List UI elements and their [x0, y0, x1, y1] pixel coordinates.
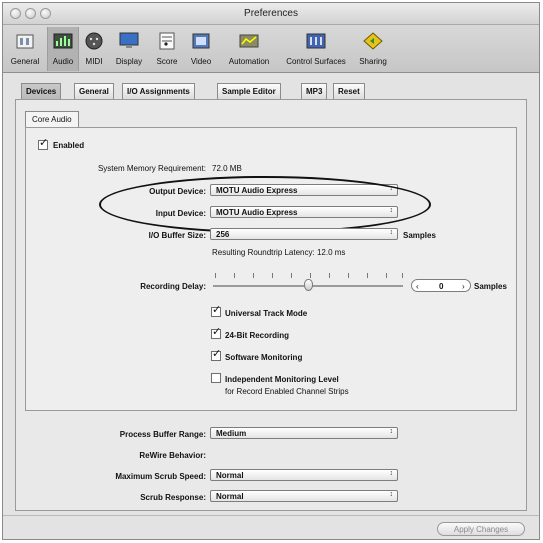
process-buffer-range-label: Process Buffer Range: [119, 430, 206, 439]
recording-delay-slider-thumb[interactable] [303, 279, 313, 291]
audio-icon [53, 33, 73, 49]
toolbar-video[interactable]: Video [185, 27, 217, 71]
max-scrub-speed-value: Normal [216, 471, 244, 480]
scrub-response-value: Normal [216, 492, 244, 501]
tab-sample-editor[interactable]: Sample Editor [217, 83, 281, 99]
software-monitoring-label: Software Monitoring [225, 353, 303, 362]
latency-text: Resulting Roundtrip Latency: 12.0 ms [212, 248, 346, 257]
title-bar: Preferences [3, 3, 539, 25]
software-monitoring-checkbox[interactable]: ✓ [211, 348, 221, 361]
tab-devices[interactable]: Devices [21, 83, 62, 99]
preferences-toolbar: General Audio MIDI Display Score Video A… [3, 25, 539, 73]
recording-delay-label: Recording Delay: [140, 282, 206, 291]
updown-arrow-icon: ↕ [389, 428, 394, 435]
toolbar-display[interactable]: Display [109, 27, 149, 71]
buffer-size-label: I/O Buffer Size: [148, 231, 206, 240]
independent-monitoring-checkbox[interactable] [211, 373, 221, 383]
score-icon [159, 32, 175, 50]
tab-mp3[interactable]: MP3 [301, 83, 328, 99]
tab-io-assignments[interactable]: I/O Assignments [122, 83, 195, 99]
control-surfaces-icon [306, 33, 326, 49]
toolbar-general[interactable]: General [5, 27, 45, 71]
window-title: Preferences [244, 8, 298, 19]
general-icon [16, 34, 34, 49]
check-icon: ✓ [39, 137, 49, 149]
buffer-size-popup[interactable]: 256 ↕ [210, 228, 398, 240]
recording-delay-value: 0 [439, 282, 444, 291]
toolbar-sharing[interactable]: Sharing [353, 27, 393, 71]
toolbar-score[interactable]: Score [151, 27, 183, 71]
preferences-window: Preferences General Audio MIDI Display S… [2, 2, 540, 540]
max-scrub-speed-label: Maximum Scrub Speed: [115, 472, 206, 481]
updown-arrow-icon: ↕ [389, 470, 394, 477]
independent-monitoring-label: Independent Monitoring Level [225, 375, 339, 384]
stepper-up-icon[interactable]: › [462, 282, 465, 291]
video-icon [192, 33, 210, 49]
recording-delay-unit: Samples [474, 282, 507, 291]
24-bit-recording-label: 24-Bit Recording [225, 331, 290, 340]
scrub-response-popup[interactable]: Normal ↕ [210, 490, 398, 502]
check-icon: ✓ [212, 348, 222, 360]
apply-changes-button[interactable]: Apply Changes [437, 522, 525, 536]
updown-arrow-icon: ↕ [389, 229, 394, 236]
highlight-ellipse [99, 176, 431, 233]
24-bit-recording-checkbox[interactable]: ✓ [211, 326, 221, 339]
toolbar-control-surfaces[interactable]: Control Surfaces [281, 27, 351, 71]
check-icon: ✓ [212, 326, 222, 338]
memory-value: 72.0 MB [212, 164, 242, 173]
process-buffer-range-value: Medium [216, 429, 247, 438]
footer-divider [3, 515, 539, 516]
buffer-size-value: 256 [216, 230, 230, 239]
stepper-down-icon[interactable]: ‹ [416, 282, 419, 291]
tab-general[interactable]: General [74, 83, 114, 99]
updown-arrow-icon: ↕ [389, 491, 394, 498]
universal-track-mode-checkbox[interactable]: ✓ [211, 304, 221, 317]
recording-delay-stepper[interactable]: ‹ 0 › [411, 279, 471, 292]
sharing-icon [363, 32, 383, 50]
toolbar-midi[interactable]: MIDI [81, 27, 107, 71]
automation-icon [239, 34, 259, 48]
tab-reset[interactable]: Reset [333, 83, 365, 99]
max-scrub-speed-popup[interactable]: Normal ↕ [210, 469, 398, 481]
scrub-response-label: Scrub Response: [140, 493, 206, 502]
enabled-checkbox[interactable]: ✓ [38, 137, 48, 150]
tab-core-audio[interactable]: Core Audio [25, 111, 79, 127]
display-icon [119, 32, 139, 48]
rewire-behavior-label: ReWire Behavior: [139, 451, 206, 460]
buffer-size-unit: Samples [403, 231, 436, 240]
toolbar-automation[interactable]: Automation [219, 27, 279, 71]
check-icon: ✓ [212, 304, 222, 316]
enabled-label: Enabled [53, 141, 85, 150]
midi-icon [85, 32, 103, 50]
universal-track-mode-label: Universal Track Mode [225, 309, 308, 318]
independent-monitoring-sublabel: for Record Enabled Channel Strips [225, 387, 349, 396]
memory-label: System Memory Requirement: [97, 164, 206, 173]
process-buffer-range-popup[interactable]: Medium ↕ [210, 427, 398, 439]
toolbar-audio[interactable]: Audio [47, 27, 79, 71]
